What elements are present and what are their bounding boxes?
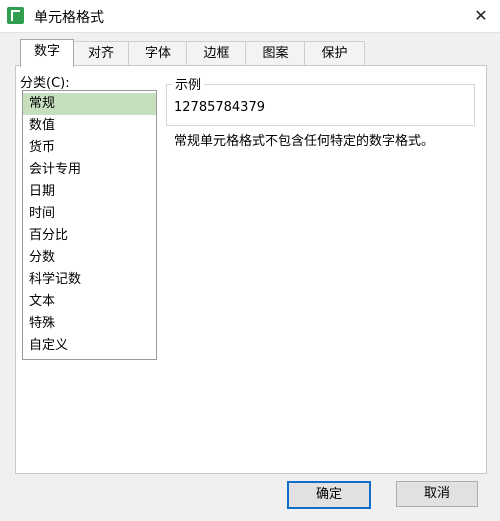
close-icon[interactable]: ✕: [472, 7, 490, 25]
category-item-percentage[interactable]: 百分比: [23, 225, 156, 247]
category-item-accounting[interactable]: 会计专用: [23, 159, 156, 181]
tab-border[interactable]: 边框: [186, 41, 247, 66]
tab-number[interactable]: 数字: [20, 39, 74, 67]
category-item-general[interactable]: 常规: [23, 93, 156, 115]
category-item-fraction[interactable]: 分数: [23, 247, 156, 269]
spreadsheet-app-icon: [7, 7, 24, 24]
tab-pattern[interactable]: 图案: [245, 41, 306, 66]
category-item-number[interactable]: 数值: [23, 115, 156, 137]
category-item-custom[interactable]: 自定义: [23, 335, 156, 357]
format-description: 常规单元格格式不包含任何特定的数字格式。: [174, 134, 435, 149]
sample-legend: 示例: [172, 74, 205, 93]
cancel-button[interactable]: 取消: [396, 481, 478, 507]
tab-alignment[interactable]: 对齐: [72, 41, 130, 66]
category-label: 分类(C):: [20, 76, 70, 91]
category-item-special[interactable]: 特殊: [23, 313, 156, 335]
tab-protection[interactable]: 保护: [304, 41, 365, 66]
sample-value: 12785784379: [174, 100, 265, 115]
tab-font[interactable]: 字体: [128, 41, 188, 66]
category-listbox[interactable]: 常规 数值 货币 会计专用 日期 时间 百分比 分数 科学记数 文本 特殊 自定…: [22, 90, 157, 360]
category-item-text[interactable]: 文本: [23, 291, 156, 313]
window-title: 单元格格式: [34, 10, 104, 26]
category-item-scientific[interactable]: 科学记数: [23, 269, 156, 291]
category-item-date[interactable]: 日期: [23, 181, 156, 203]
category-item-currency[interactable]: 货币: [23, 137, 156, 159]
ok-button[interactable]: 确定: [287, 481, 371, 509]
category-item-time[interactable]: 时间: [23, 203, 156, 225]
